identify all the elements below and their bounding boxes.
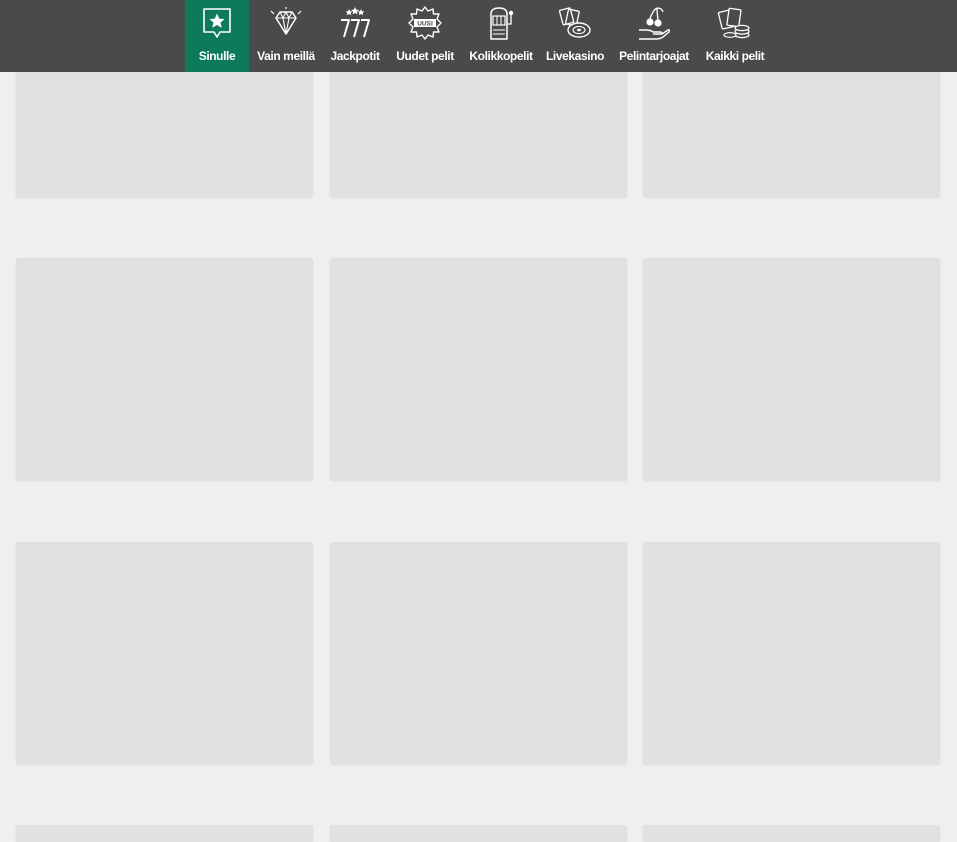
diamond-icon: [268, 6, 304, 40]
nav-item-livekasino[interactable]: Livekasino: [543, 0, 607, 72]
game-tile[interactable]: [643, 825, 940, 842]
roulette-cards-icon: [557, 6, 593, 40]
game-tile[interactable]: [330, 542, 627, 764]
nav-item-uudet-pelit[interactable]: UUSI Uudet pelit: [392, 0, 458, 72]
nav-label: Livekasino: [545, 49, 605, 63]
game-tile[interactable]: [16, 825, 313, 842]
game-grid: [0, 0, 957, 842]
game-tile[interactable]: [643, 542, 940, 764]
new-badge-icon: UUSI: [407, 6, 443, 40]
nav-label: Kaikki pelit: [705, 49, 765, 63]
nav-item-vain-meilla[interactable]: Vain meillä: [254, 0, 318, 72]
category-nav: Sinulle Vain meillä Jackpotit UUSI Uudet…: [0, 0, 957, 72]
nav-item-kaikki-pelit[interactable]: Kaikki pelit: [702, 0, 768, 72]
nav-label: Uudet pelit: [396, 49, 454, 63]
game-tile[interactable]: [16, 542, 313, 764]
nav-label: Vain meillä: [257, 49, 315, 63]
nav-label: Pelintarjoajat: [619, 49, 689, 63]
game-tile[interactable]: [643, 258, 940, 480]
nav-item-sinulle[interactable]: Sinulle: [185, 0, 249, 72]
nav-item-kolikkopelit[interactable]: Kolikkopelit: [466, 0, 536, 72]
new-badge-text: UUSI: [417, 21, 433, 28]
hand-cherries-icon: [636, 6, 672, 40]
game-tile[interactable]: [330, 258, 627, 480]
nav-item-pelintarjoajat[interactable]: Pelintarjoajat: [614, 0, 694, 72]
nav-label: Jackpotit: [330, 49, 380, 63]
nav-label: Sinulle: [198, 49, 236, 63]
game-tile[interactable]: [330, 825, 627, 842]
cards-chips-icon: [717, 6, 753, 40]
lucky-777-icon: [337, 6, 373, 40]
nav-label: Kolikkopelit: [469, 49, 533, 63]
slot-machine-icon: [483, 6, 519, 40]
game-tile[interactable]: [16, 258, 313, 480]
nav-item-jackpotit[interactable]: Jackpotit: [324, 0, 386, 72]
star-chat-icon: [199, 6, 235, 40]
